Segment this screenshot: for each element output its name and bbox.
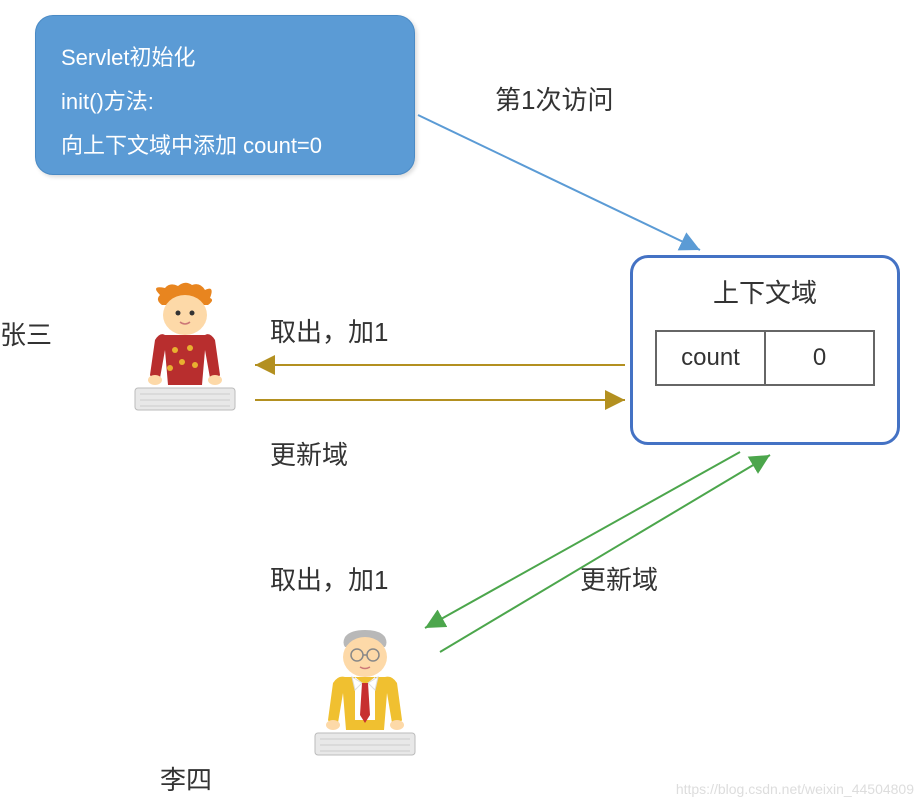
user2-icon xyxy=(300,625,430,775)
arrow-fetch-user2 xyxy=(425,452,740,628)
context-title: 上下文域 xyxy=(653,273,877,310)
label-update-1: 更新域 xyxy=(270,435,348,472)
arrow-init-to-context xyxy=(418,115,700,250)
label-update-2: 更新域 xyxy=(580,560,658,597)
count-value: 0 xyxy=(766,332,873,384)
servlet-init-box: Servlet初始化 init()方法: 向上下文域中添加 count=0 xyxy=(35,15,415,175)
label-fetch-add-1: 取出，加1 xyxy=(270,312,388,349)
user1-icon xyxy=(120,280,250,430)
servlet-line2: init()方法: xyxy=(61,80,389,124)
servlet-line3: 向上下文域中添加 count=0 xyxy=(61,124,389,168)
count-key: count xyxy=(657,332,766,384)
arrow-update-user2 xyxy=(440,455,770,652)
servlet-line1: Servlet初始化 xyxy=(61,36,389,80)
label-user1-name: 张三 xyxy=(0,315,52,352)
label-first-visit: 第1次访问 xyxy=(495,80,613,117)
context-domain-box: 上下文域 count 0 xyxy=(630,255,900,445)
label-user2-name: 李四 xyxy=(160,760,212,797)
watermark: https://blog.csdn.net/weixin_44504809 xyxy=(676,781,914,797)
label-fetch-add-2: 取出，加1 xyxy=(270,560,388,597)
count-table: count 0 xyxy=(655,330,875,386)
